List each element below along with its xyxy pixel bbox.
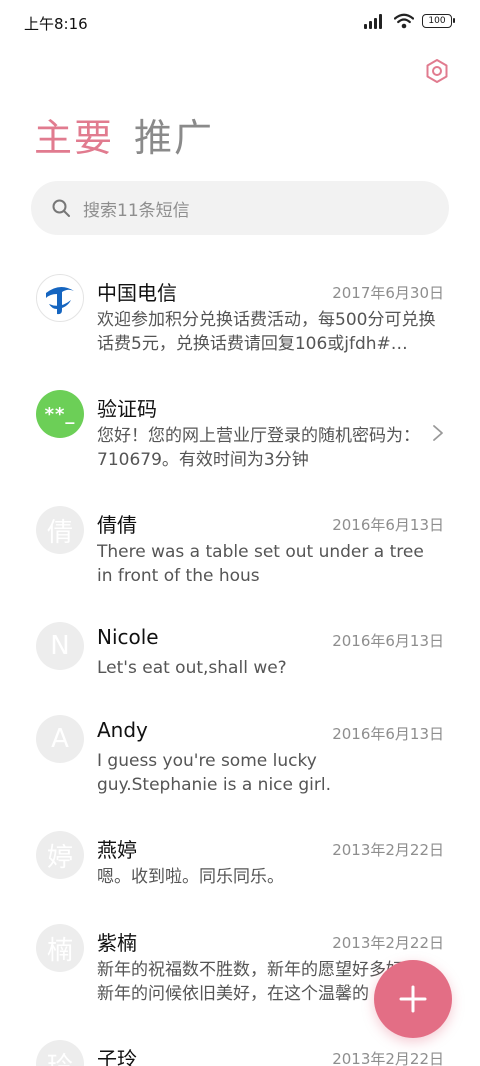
message-preview: 嗯。收到啦。同乐同乐。 (97, 867, 284, 887)
message-date: 2013年2月22日 (332, 1050, 444, 1066)
avatar: A (36, 715, 84, 763)
signal-icon (364, 14, 382, 29)
message-date: 2017年6月30日 (332, 284, 444, 302)
status-time: 上午8:16 (24, 15, 88, 33)
contact-name: 验证码 (97, 397, 157, 421)
avatar: **_ (36, 390, 84, 438)
plus-icon (399, 985, 427, 1013)
message-preview: There was a table set out under a tree i… (97, 542, 424, 586)
contact-name: Andy (97, 718, 148, 742)
avatar: 倩 (36, 506, 84, 554)
message-date: 2016年6月13日 (332, 725, 444, 743)
settings-button[interactable] (424, 58, 450, 84)
message-preview: I guess you're some lucky guy.Stephanie … (97, 751, 332, 795)
avatar: 楠 (36, 924, 84, 972)
wifi-icon (394, 13, 414, 29)
avatar: 婷 (36, 831, 84, 879)
conversation-item[interactable]: **_ 验证码 您好！您的网上营业厅登录的随机密码为：710679。有效时间为3… (0, 379, 480, 489)
status-bar: 上午8:16 100 (0, 0, 480, 46)
avatar: 玲 (36, 1040, 84, 1066)
conversation-item[interactable]: 中国电信 2017年6月30日 欢迎参加积分兑换话费活动，每500分可兑换话费5… (0, 263, 480, 373)
message-preview: 欢迎参加积分兑换话费活动，每500分可兑换话费5元，兑换话费请回复106或jfd… (97, 310, 436, 354)
contact-name: 中国电信 (97, 281, 177, 305)
contact-name: 子玲 (97, 1047, 137, 1066)
battery-level: 100 (428, 15, 446, 26)
hexagon-gear-icon (426, 59, 448, 83)
message-preview: 您好！您的网上营业厅登录的随机密码为：710679。有效时间为3分钟 (97, 426, 420, 470)
search-placeholder: 搜索11条短信 (83, 200, 190, 221)
conversation-item[interactable]: A Andy 2016年6月13日 I guess you're some lu… (0, 704, 480, 814)
contact-name: 倩倩 (97, 513, 137, 537)
avatar: N (36, 622, 84, 670)
message-preview: Let's eat out,shall we? (97, 658, 287, 678)
search-icon (52, 199, 70, 217)
battery-icon: 100 (422, 14, 455, 28)
status-icons: 100 (364, 13, 455, 29)
contact-name: 燕婷 (97, 838, 137, 862)
contact-name: 紫楠 (97, 931, 137, 955)
new-message-button[interactable] (374, 960, 452, 1038)
chevron-right-icon (433, 425, 443, 441)
conversation-item[interactable]: 倩 倩倩 2016年6月13日 There was a table set ou… (0, 495, 480, 605)
tab-bar: 主要 推广 (34, 112, 214, 164)
telecom-logo-icon (46, 286, 74, 315)
message-date: 2016年6月13日 (332, 516, 444, 534)
message-date: 2016年6月13日 (332, 632, 444, 650)
search-input[interactable]: 搜索11条短信 (31, 181, 449, 235)
tab-primary[interactable]: 主要 (34, 112, 114, 164)
avatar (36, 274, 84, 322)
tab-promotions[interactable]: 推广 (134, 112, 214, 164)
contact-name: Nicole (97, 625, 159, 649)
message-date: 2013年2月22日 (332, 841, 444, 859)
message-date: 2013年2月22日 (332, 934, 444, 952)
